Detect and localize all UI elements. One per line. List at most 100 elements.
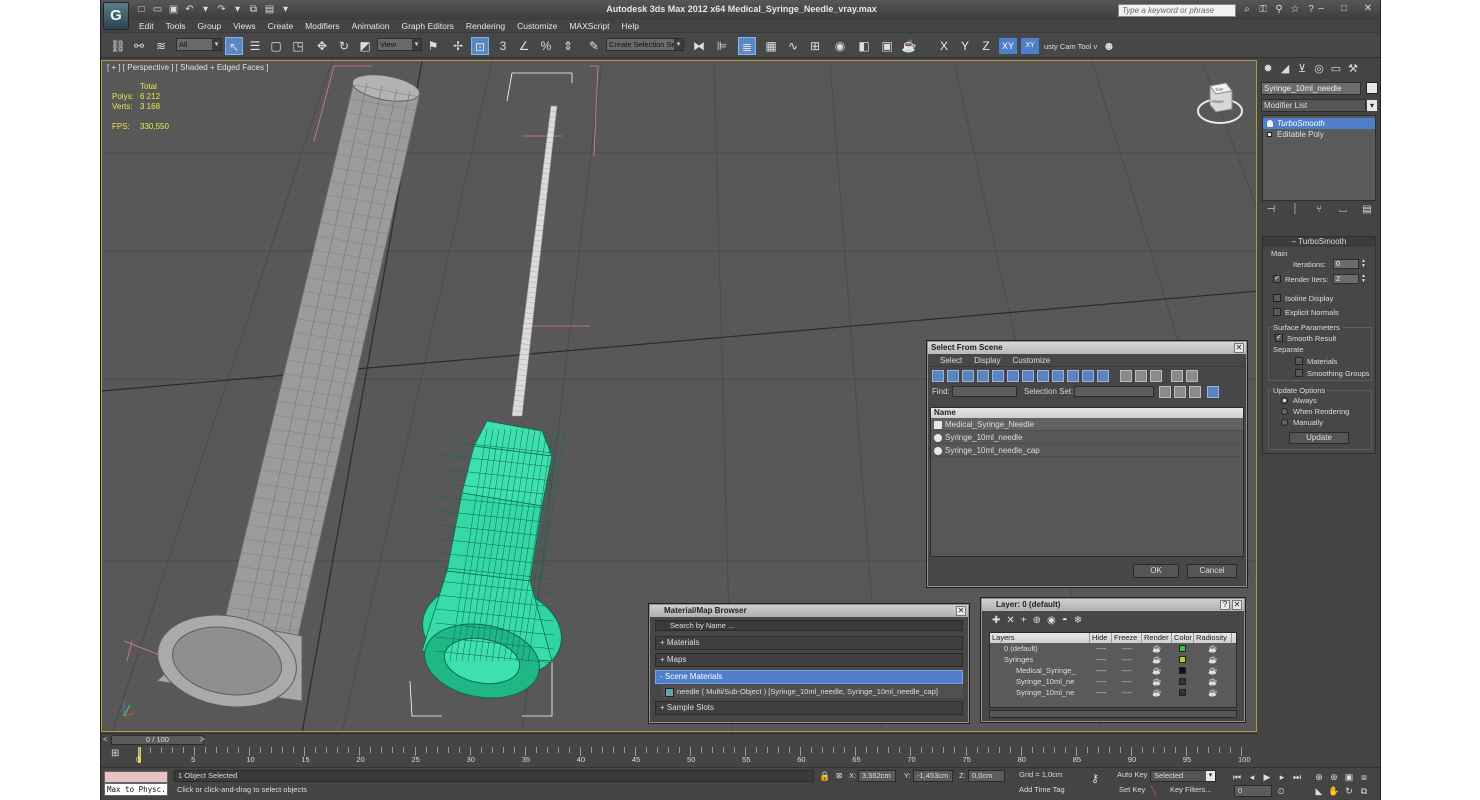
menu-customize[interactable]: Customize xyxy=(511,20,563,32)
display-containers-icon[interactable] xyxy=(1067,370,1079,382)
find-input[interactable] xyxy=(952,386,1017,397)
column-name-header[interactable]: Name xyxy=(931,408,1243,418)
menu-create[interactable]: Create xyxy=(262,20,300,32)
display-lights-icon[interactable] xyxy=(962,370,974,382)
make-unique-icon[interactable]: ⑂ xyxy=(1312,204,1326,218)
rotate-icon[interactable]: ↻ xyxy=(335,37,353,55)
select-all-icon[interactable] xyxy=(1120,370,1132,382)
ok-button[interactable]: OK xyxy=(1133,564,1179,578)
selection-set-dropdown[interactable] xyxy=(1074,386,1154,397)
select-manipulate-icon[interactable]: ✢ xyxy=(449,37,467,55)
update-manually-radio[interactable] xyxy=(1281,419,1288,426)
layer-manager-icon[interactable]: ≣ xyxy=(738,37,756,55)
separate-smoothing-groups-checkbox[interactable] xyxy=(1295,369,1303,377)
menu-maxscript[interactable]: MAXScript xyxy=(563,20,615,32)
remove-modifier-icon[interactable]: ⌴ xyxy=(1336,204,1350,218)
subscription-icon[interactable]: ⚿ xyxy=(1257,3,1269,16)
maps-section[interactable]: + Maps xyxy=(655,653,963,667)
render-iters-checkbox[interactable]: ✓ xyxy=(1273,275,1281,283)
table-row[interactable]: Syringe_10ml_ne ---- ---- ☕ ☕ xyxy=(990,676,1236,687)
lightbulb-icon[interactable] xyxy=(1267,120,1273,127)
coord-y-field[interactable]: -1,453cm xyxy=(913,770,953,782)
constraint-x-button[interactable]: X xyxy=(935,38,953,54)
display-frozen-icon[interactable] xyxy=(1082,370,1094,382)
go-to-start-icon[interactable]: ⏮ xyxy=(1231,771,1243,783)
table-row[interactable]: Syringes ---- ---- ☕ ☕ xyxy=(990,654,1236,665)
pin-stack-icon[interactable]: ⊣ xyxy=(1264,204,1278,218)
layers-column-header[interactable]: Layers xyxy=(990,633,1090,643)
scene-material-item[interactable]: needle ( Multi/Sub-Object ) [Syringe_10m… xyxy=(662,685,963,698)
menu-rendering[interactable]: Rendering xyxy=(460,20,511,32)
smooth-result-checkbox[interactable]: ✓ xyxy=(1275,334,1283,342)
named-selection-dropdown[interactable]: Create Selection Se ▾ xyxy=(606,38,684,51)
render-production-icon[interactable]: ☕ xyxy=(900,37,918,55)
layer-color-swatch[interactable] xyxy=(1172,654,1194,665)
modify-tab-icon[interactable]: ◢ xyxy=(1278,62,1292,76)
list-item[interactable]: Syringe_10ml_needle_cap xyxy=(931,444,1243,457)
separate-materials-checkbox[interactable] xyxy=(1295,357,1303,365)
filter-icon[interactable] xyxy=(1171,370,1183,382)
select-from-scene-close-button[interactable]: ✕ xyxy=(1234,343,1244,353)
add-to-layer-icon[interactable]: + xyxy=(1021,615,1027,626)
time-slider-next-icon[interactable]: > xyxy=(200,735,205,744)
close-button[interactable]: ✕ xyxy=(1361,2,1375,16)
render-column-header[interactable]: Render xyxy=(1142,633,1172,643)
color-column-header[interactable]: Color xyxy=(1172,633,1194,643)
update-when-rendering-radio[interactable] xyxy=(1281,408,1288,415)
display-helpers-icon[interactable] xyxy=(992,370,1004,382)
chevron-down-icon[interactable]: ▾ xyxy=(1206,771,1215,781)
time-slider-prev-icon[interactable]: < xyxy=(103,735,108,744)
render-iters-spinner[interactable]: 2 xyxy=(1333,274,1359,284)
select-in-layer-icon[interactable]: ⊕ xyxy=(1033,615,1041,626)
radiosity-icon[interactable]: ☕ xyxy=(1194,687,1232,698)
go-to-end-icon[interactable]: ⏭ xyxy=(1291,771,1303,783)
radiosity-icon[interactable]: ☕ xyxy=(1194,643,1232,654)
curve-editor-icon[interactable]: ∿ xyxy=(784,37,802,55)
table-row[interactable]: 0 (default) ---- ---- ☕ ☕ xyxy=(990,643,1236,654)
scene-materials-section[interactable]: - Scene Materials xyxy=(655,670,963,684)
play-icon[interactable]: ▶ xyxy=(1261,771,1273,783)
iterations-spinner-arrows[interactable]: ▲ ▼ xyxy=(1361,259,1367,269)
object-name-field[interactable]: Syringe_10ml_needle xyxy=(1261,82,1361,95)
key-icon[interactable]: ⚷ xyxy=(1091,773,1099,785)
communication-icon[interactable]: ⚲ xyxy=(1273,3,1285,16)
turbosmooth-rollout-title[interactable]: – TurboSmooth xyxy=(1263,237,1375,247)
isoline-display-checkbox[interactable] xyxy=(1273,294,1281,302)
material-search-input[interactable]: Search by Name ... xyxy=(655,620,963,631)
zoom-extents-all-icon[interactable]: ⧈ xyxy=(1358,771,1370,783)
hierarchy-tab-icon[interactable]: ⊻ xyxy=(1295,62,1309,76)
layer-manager-close-button[interactable]: ✕ xyxy=(1232,600,1242,610)
select-none-icon[interactable] xyxy=(1135,370,1147,382)
minimize-button[interactable]: – xyxy=(1314,2,1328,16)
display-tab-icon[interactable]: ▭ xyxy=(1329,62,1343,76)
freeze-cell[interactable]: ---- xyxy=(1112,654,1142,665)
utilities-tab-icon[interactable]: ⚒ xyxy=(1346,62,1360,76)
add-time-tag-button[interactable]: Add Time Tag xyxy=(1016,785,1082,797)
menu-animation[interactable]: Animation xyxy=(346,20,396,32)
unlink-icon[interactable]: ⚯ xyxy=(130,37,148,55)
rendered-frame-window-icon[interactable]: ▣ xyxy=(878,37,896,55)
current-frame-field[interactable]: 0 xyxy=(1234,785,1272,797)
schematic-view-icon[interactable]: ⊞ xyxy=(806,37,824,55)
set-key-icon[interactable]: ╲ xyxy=(1151,785,1156,797)
sfs-menu-select[interactable]: Select xyxy=(934,354,968,366)
dusty-cam-tool-icon[interactable]: ☻ xyxy=(1100,37,1118,55)
keyboard-shortcut-override-icon[interactable]: ⊡ xyxy=(471,37,489,55)
key-filters-button[interactable]: Key Filters... xyxy=(1167,785,1216,797)
display-shapes-icon[interactable] xyxy=(947,370,959,382)
field-of-view-icon[interactable]: ◣ xyxy=(1313,785,1325,797)
zoom-all-icon[interactable]: ⊛ xyxy=(1328,771,1340,783)
maximize-button[interactable]: □ xyxy=(1337,2,1351,16)
favorites-icon[interactable]: ☆ xyxy=(1289,3,1301,16)
material-browser-close-button[interactable]: ✕ xyxy=(956,606,966,616)
freeze-cell[interactable]: ---- xyxy=(1112,643,1142,654)
rectangular-selection-icon[interactable]: ▢ xyxy=(267,37,285,55)
iterations-spinner[interactable]: 0 xyxy=(1333,259,1359,269)
display-xrefs-icon[interactable] xyxy=(1037,370,1049,382)
percent-snap-icon[interactable]: % xyxy=(537,37,555,55)
sample-slots-section[interactable]: + Sample Slots xyxy=(655,701,963,715)
maxscript-listener-output[interactable] xyxy=(104,771,168,783)
freeze-cell[interactable]: ---- xyxy=(1112,665,1142,676)
stack-item-turbosmooth[interactable]: TurboSmooth xyxy=(1263,118,1375,129)
hide-cell[interactable]: ---- xyxy=(1090,665,1112,676)
